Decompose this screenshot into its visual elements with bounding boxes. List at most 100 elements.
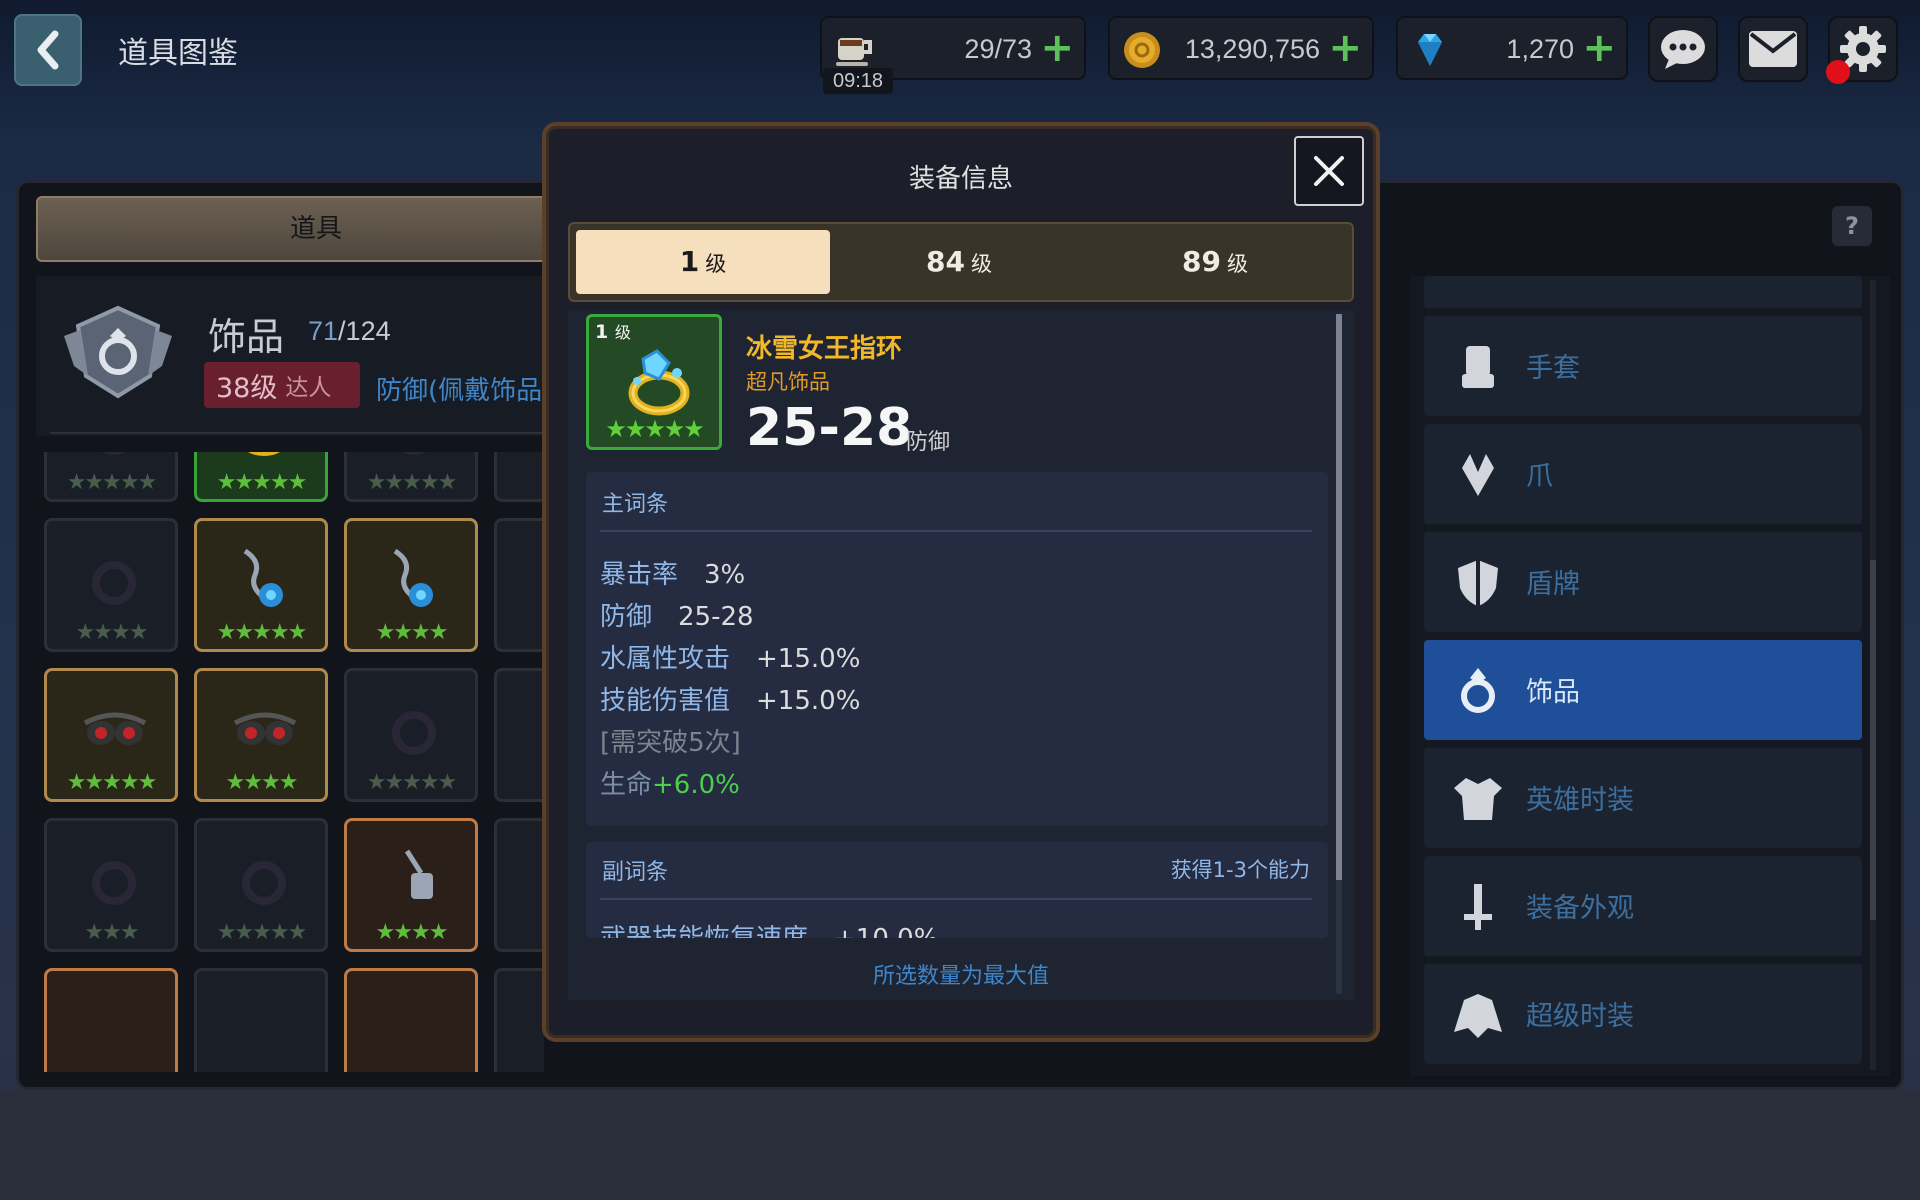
item-thumbnail-icon: [247, 452, 281, 456]
item-icon-frame: 1 级 ★★★★★: [586, 314, 722, 450]
item-slot[interactable]: ★★★★★: [44, 668, 178, 802]
item-slot[interactable]: ★★★★: [344, 818, 478, 952]
stat-name: 水属性攻击: [600, 644, 731, 674]
sub-stats-hint: 获得1-3个能力: [1170, 858, 1310, 882]
add-stamina-button[interactable]: +: [1040, 26, 1074, 70]
divider: [50, 432, 590, 434]
close-button[interactable]: [1294, 136, 1364, 206]
item-main-stat-unit: 防御: [906, 430, 951, 455]
slot-stars: ★★★★★: [216, 920, 308, 945]
stat-value: +6.0%: [652, 770, 740, 800]
item-thumbnail-icon: [83, 712, 147, 745]
category-list-scrollbar[interactable]: [1870, 280, 1876, 1070]
item-thumbnail-icon: [393, 548, 433, 607]
item-level-unit: 级: [614, 323, 631, 342]
item-slot[interactable]: [44, 968, 178, 1072]
gold-display[interactable]: 13,290,756 +: [1108, 16, 1374, 80]
item-slot[interactable]: ★★★★★: [344, 668, 478, 802]
breakthrough-note: [需突破5次]: [600, 728, 741, 758]
category-item[interactable]: 英雄时装: [1424, 748, 1862, 848]
item-slot[interactable]: [494, 818, 544, 952]
category-item[interactable]: 超级时装: [1424, 964, 1862, 1064]
item-name: 冰雪女王指环: [746, 334, 903, 364]
category-label: 手套: [1526, 353, 1580, 384]
stat-value: 25-28: [678, 602, 754, 632]
modal-title: 装备信息: [908, 164, 1013, 194]
collection-level-badge: 38级 达人: [204, 362, 360, 408]
slot-stars: ★★★★★: [366, 470, 458, 495]
coin-icon: [1124, 32, 1160, 68]
collected-count: 71: [308, 316, 339, 346]
tab-level-number: 89: [1182, 245, 1221, 278]
item-slot[interactable]: ★★★★★: [344, 452, 478, 502]
scrollbar-thumb[interactable]: [1870, 560, 1876, 920]
tab-level-84[interactable]: 84 级: [832, 230, 1086, 294]
armor-icon: [1454, 778, 1502, 820]
item-slot[interactable]: [494, 452, 544, 502]
scrollbar-thumb[interactable]: [1336, 314, 1342, 880]
category-name: 饰品: [208, 315, 285, 359]
bottom-band: [0, 1090, 1920, 1200]
coffee-cup-icon: [836, 38, 872, 66]
costume-icon: [1454, 994, 1502, 1038]
gem-display[interactable]: 1,270 +: [1396, 16, 1628, 80]
stat-name: 技能伤害值: [600, 686, 731, 716]
stat-value: 3%: [704, 560, 746, 590]
stat-name: 防御: [600, 602, 653, 632]
item-grid: ★★★★★ ★★★★★ ★★★★★ ★★★★ ★★★★★ ★★★★ ★★★★★ ★★★★ ★★★…: [44, 452, 544, 1072]
item-slot[interactable]: [494, 518, 544, 652]
stamina-timer: 09:18: [823, 68, 893, 94]
category-item[interactable]: 饰品: [1424, 640, 1862, 740]
item-slot[interactable]: ★★★★: [44, 518, 178, 652]
category-item[interactable]: [1424, 276, 1862, 308]
tab-items[interactable]: 道具: [36, 196, 596, 262]
back-button[interactable]: [14, 14, 82, 86]
category-label: 英雄时装: [1526, 785, 1634, 816]
stat-value: +15.0%: [756, 686, 861, 716]
stat-name: 生命: [600, 770, 653, 800]
item-slot[interactable]: ★★★★★: [194, 518, 328, 652]
item-slot[interactable]: ★★★★★: [194, 452, 328, 502]
help-button[interactable]: ?: [1832, 206, 1872, 246]
modal-scrollbar[interactable]: [1336, 314, 1342, 994]
slot-stars: ★★★★: [375, 620, 449, 645]
tab-level-89[interactable]: 89 级: [1088, 230, 1342, 294]
sub-stats-title: 副词条: [602, 860, 669, 885]
tab-level-number: 1: [679, 245, 700, 278]
chat-bubble-icon: [1661, 30, 1705, 69]
slot-stars: ★★★★★: [66, 470, 158, 495]
category-item[interactable]: 装备外观: [1424, 856, 1862, 956]
item-slot[interactable]: [494, 968, 544, 1072]
ring-badge-icon: [64, 305, 172, 399]
section-divider: [600, 530, 1312, 532]
tab-level-unit: 级: [705, 252, 727, 276]
slot-stars: ★★★★: [75, 620, 149, 645]
item-slot[interactable]: ★★★★★: [44, 452, 178, 502]
add-gem-button[interactable]: +: [1582, 26, 1616, 70]
chat-button[interactable]: [1648, 16, 1718, 82]
mail-button[interactable]: [1738, 16, 1808, 82]
item-slot[interactable]: ★★★★: [194, 668, 328, 802]
item-level-label: 1 级: [595, 319, 631, 343]
notification-dot: [1826, 60, 1850, 84]
item-slot[interactable]: ★★★★: [344, 518, 478, 652]
item-slot[interactable]: ★★★: [44, 818, 178, 952]
item-thumbnail-icon: [242, 861, 286, 905]
slot-stars: ★★★: [84, 920, 139, 945]
add-gold-button[interactable]: +: [1328, 26, 1362, 70]
item-slot[interactable]: [194, 968, 328, 1072]
collection-level: 38级: [216, 372, 278, 404]
category-item[interactable]: 手套: [1424, 316, 1862, 416]
shield-icon: [1458, 560, 1498, 606]
mail-icon: [1749, 31, 1797, 67]
item-slot[interactable]: [344, 968, 478, 1072]
category-bonus-description: 防御(佩戴饰品: [376, 376, 543, 406]
item-thumbnail-icon: [233, 712, 297, 745]
category-item[interactable]: 盾牌: [1424, 532, 1862, 632]
gem-value: 1,270: [1506, 34, 1574, 64]
item-slot[interactable]: [494, 668, 544, 802]
item-slot[interactable]: ★★★★★: [194, 818, 328, 952]
tab-level-1[interactable]: 1级: [576, 230, 830, 294]
item-thumbnail-icon: [92, 861, 136, 905]
category-item[interactable]: 爪: [1424, 424, 1862, 524]
